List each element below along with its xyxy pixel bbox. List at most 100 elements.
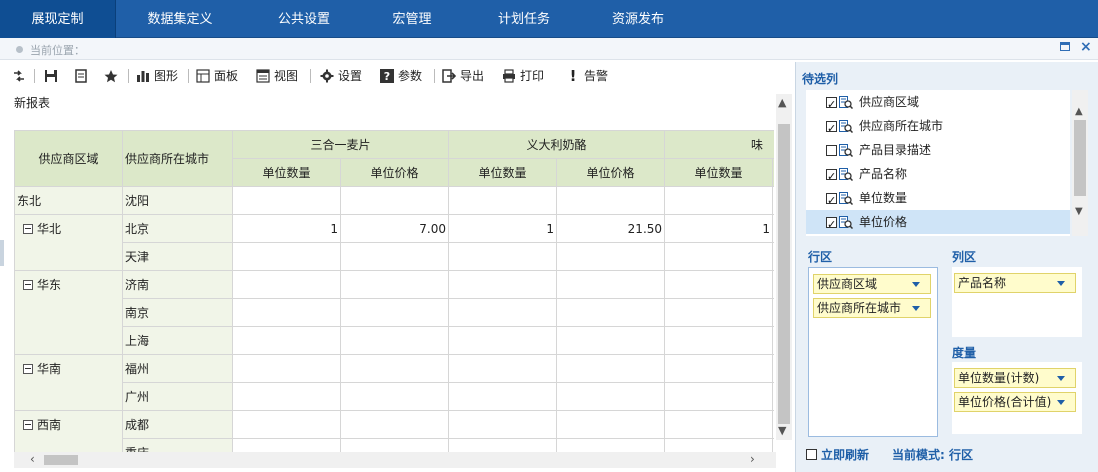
value-cell[interactable] bbox=[664, 270, 774, 299]
city-cell[interactable]: 福州 bbox=[122, 354, 233, 383]
collapse-icon[interactable] bbox=[23, 420, 33, 430]
tab-common-settings[interactable]: 公共设置 bbox=[244, 0, 364, 38]
value-cell[interactable] bbox=[232, 354, 341, 383]
col-header-product[interactable]: 三合一麦片 bbox=[231, 130, 450, 159]
value-cell[interactable] bbox=[448, 410, 558, 439]
value-cell[interactable] bbox=[556, 242, 666, 271]
city-cell[interactable]: 北京 bbox=[122, 214, 233, 243]
field-checkbox[interactable] bbox=[826, 93, 837, 117]
value-cell[interactable] bbox=[339, 382, 450, 411]
dropdown-icon[interactable] bbox=[912, 306, 920, 311]
collapse-icon[interactable] bbox=[23, 224, 33, 234]
candidate-field-item[interactable]: 产品目录描述 bbox=[806, 138, 1070, 162]
value-cell[interactable]: 1 bbox=[664, 214, 774, 243]
value-cell[interactable] bbox=[339, 410, 450, 439]
export-button[interactable]: 导出 bbox=[442, 62, 484, 90]
scroll-left-icon[interactable]: ‹ bbox=[30, 452, 35, 466]
value-cell[interactable] bbox=[556, 186, 666, 215]
value-cell[interactable] bbox=[556, 298, 666, 327]
scroll-thumb[interactable] bbox=[778, 124, 790, 424]
value-cell[interactable] bbox=[772, 298, 774, 327]
panel-button[interactable]: 面板 bbox=[196, 62, 238, 90]
city-cell[interactable]: 重庆 bbox=[122, 438, 233, 452]
tab-macro-manage[interactable]: 宏管理 bbox=[364, 0, 460, 38]
grid-horizontal-scrollbar[interactable]: ‹ › bbox=[14, 452, 776, 468]
measure-area-chip[interactable]: 单位数量(计数) bbox=[954, 368, 1076, 388]
favorite-button[interactable] bbox=[104, 62, 122, 90]
value-cell[interactable] bbox=[232, 298, 341, 327]
city-cell[interactable]: 沈阳 bbox=[122, 186, 233, 215]
measure-header[interactable]: 单位价格 bbox=[772, 158, 774, 187]
alert-button[interactable]: ! 告警 bbox=[566, 62, 608, 90]
scroll-up-icon[interactable]: ▲ bbox=[778, 96, 786, 109]
value-cell[interactable] bbox=[772, 186, 774, 215]
city-cell[interactable]: 济南 bbox=[122, 270, 233, 299]
candidate-field-item[interactable]: 单位价格 bbox=[806, 210, 1070, 237]
row-area-chip[interactable]: 供应商所在城市 bbox=[813, 298, 931, 318]
save-as-button[interactable] bbox=[74, 62, 92, 90]
candidate-field-item[interactable]: 产品名称 bbox=[806, 162, 1070, 189]
row-area-box[interactable]: 供应商区域 供应商所在城市 bbox=[808, 267, 938, 437]
field-checkbox[interactable] bbox=[826, 144, 837, 156]
view-button[interactable]: 视图 bbox=[256, 62, 298, 90]
scroll-up-icon[interactable]: ▲ bbox=[1075, 106, 1083, 117]
sidebar-toggle-handle[interactable] bbox=[0, 240, 4, 266]
measure-header[interactable]: 单位数量 bbox=[664, 158, 774, 187]
value-cell[interactable] bbox=[772, 270, 774, 299]
row-header-region[interactable]: 供应商区域 bbox=[14, 130, 123, 187]
value-cell[interactable] bbox=[556, 326, 666, 355]
value-cell[interactable] bbox=[339, 326, 450, 355]
tab-dataset-define[interactable]: 数据集定义 bbox=[116, 0, 244, 38]
scroll-right-icon[interactable]: › bbox=[750, 452, 755, 466]
value-cell[interactable] bbox=[556, 354, 666, 383]
city-cell[interactable]: 广州 bbox=[122, 382, 233, 411]
field-checkbox[interactable] bbox=[826, 213, 837, 237]
tab-display-custom[interactable]: 展现定制 bbox=[0, 0, 116, 38]
scroll-down-icon[interactable]: ▼ bbox=[778, 424, 786, 437]
value-cell[interactable] bbox=[772, 438, 774, 452]
collapse-icon[interactable] bbox=[23, 280, 33, 290]
dropdown-icon[interactable] bbox=[1057, 281, 1065, 286]
candidate-field-item[interactable]: 单位数量 bbox=[806, 186, 1070, 213]
settings-button[interactable]: 设置 bbox=[320, 62, 362, 90]
region-cell[interactable]: 华东 bbox=[14, 270, 123, 355]
column-area-box[interactable]: 产品名称 bbox=[952, 267, 1082, 337]
value-cell[interactable] bbox=[448, 186, 558, 215]
refresh-button[interactable] bbox=[12, 62, 30, 90]
measure-header[interactable]: 单位数量 bbox=[232, 158, 341, 187]
value-cell[interactable]: 21.50 bbox=[556, 214, 666, 243]
field-checkbox[interactable] bbox=[826, 165, 837, 189]
value-cell[interactable] bbox=[339, 298, 450, 327]
measure-area-box[interactable]: 单位数量(计数) 单位价格(合计值) bbox=[952, 362, 1082, 434]
region-cell[interactable]: 华北 bbox=[14, 214, 123, 271]
value-cell[interactable]: 7.00 bbox=[339, 214, 450, 243]
value-cell[interactable] bbox=[232, 438, 341, 452]
close-icon[interactable]: × bbox=[1080, 39, 1092, 55]
region-cell[interactable]: 西南 bbox=[14, 410, 123, 452]
value-cell[interactable] bbox=[556, 270, 666, 299]
value-cell[interactable] bbox=[339, 354, 450, 383]
value-cell[interactable] bbox=[556, 410, 666, 439]
value-cell[interactable] bbox=[232, 382, 341, 411]
scroll-thumb[interactable] bbox=[1074, 120, 1086, 196]
scroll-down-icon[interactable]: ▼ bbox=[1075, 206, 1083, 217]
value-cell[interactable] bbox=[232, 186, 341, 215]
value-cell[interactable]: 1 bbox=[232, 214, 341, 243]
col-header-product[interactable]: 味 bbox=[664, 130, 774, 159]
value-cell[interactable] bbox=[556, 382, 666, 411]
auto-refresh-checkbox[interactable] bbox=[806, 449, 817, 460]
chart-button[interactable]: 图形 bbox=[136, 62, 178, 90]
value-cell[interactable] bbox=[772, 382, 774, 411]
field-checkbox[interactable] bbox=[826, 117, 837, 141]
value-cell[interactable] bbox=[772, 242, 774, 271]
row-header-city[interactable]: 供应商所在城市 bbox=[122, 130, 233, 187]
value-cell[interactable] bbox=[448, 354, 558, 383]
city-cell[interactable]: 天津 bbox=[122, 242, 233, 271]
value-cell[interactable] bbox=[339, 270, 450, 299]
value-cell[interactable]: 1 bbox=[448, 214, 558, 243]
city-cell[interactable]: 成都 bbox=[122, 410, 233, 439]
value-cell[interactable] bbox=[664, 354, 774, 383]
column-area-chip[interactable]: 产品名称 bbox=[954, 273, 1076, 293]
value-cell[interactable] bbox=[448, 242, 558, 271]
value-cell[interactable] bbox=[772, 214, 774, 243]
